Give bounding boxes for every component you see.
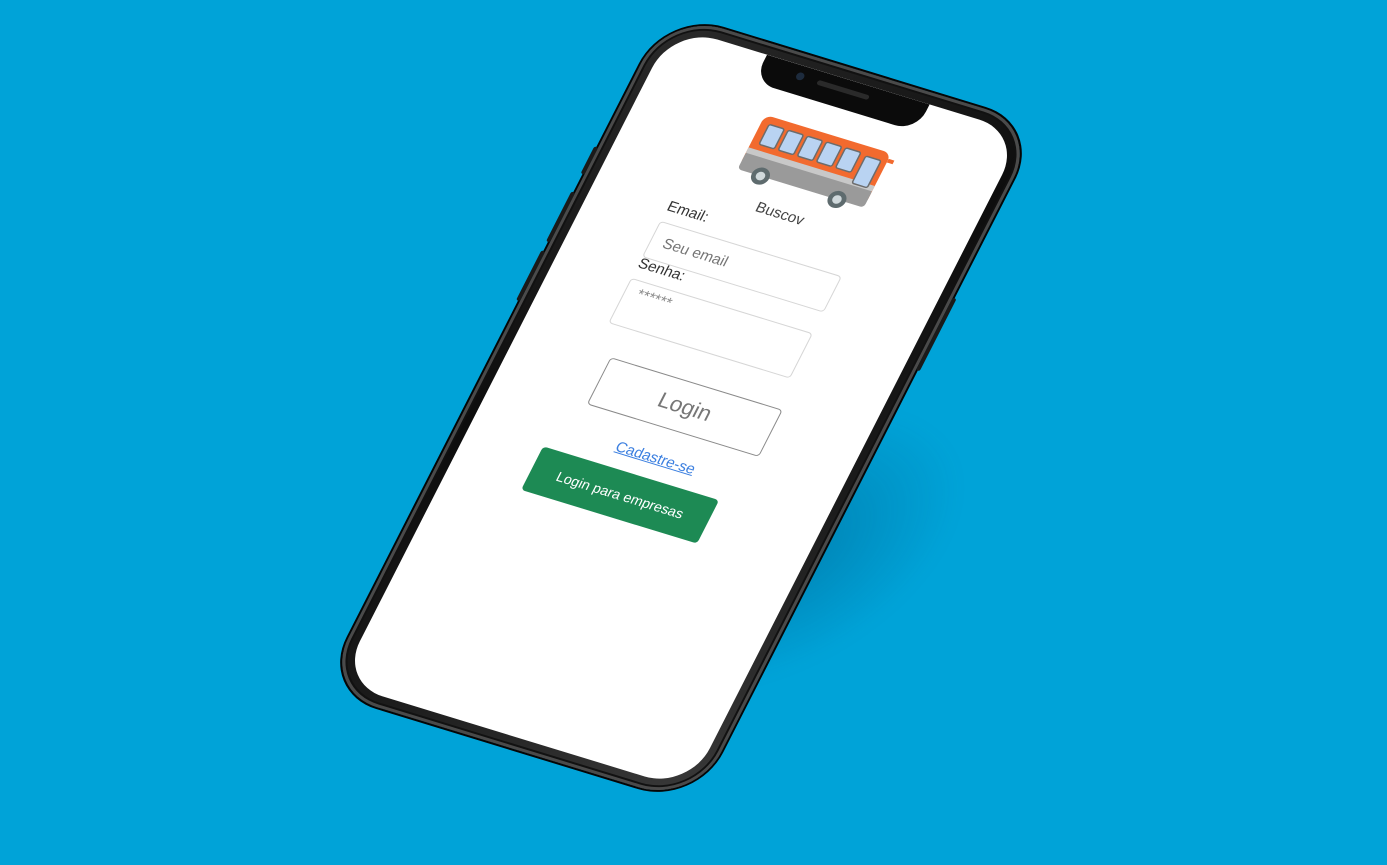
phone-frame: Buscov Email: Senha: ****** Login Cadast… [321, 11, 1041, 805]
background: Buscov Email: Senha: ****** Login Cadast… [0, 0, 1387, 865]
login-screen: Buscov Email: Senha: ****** Login Cadast… [339, 26, 1024, 790]
mute-switch [580, 146, 599, 175]
email-label: Email: [664, 198, 712, 226]
phone-screen: Buscov Email: Senha: ****** Login Cadast… [338, 26, 1024, 790]
